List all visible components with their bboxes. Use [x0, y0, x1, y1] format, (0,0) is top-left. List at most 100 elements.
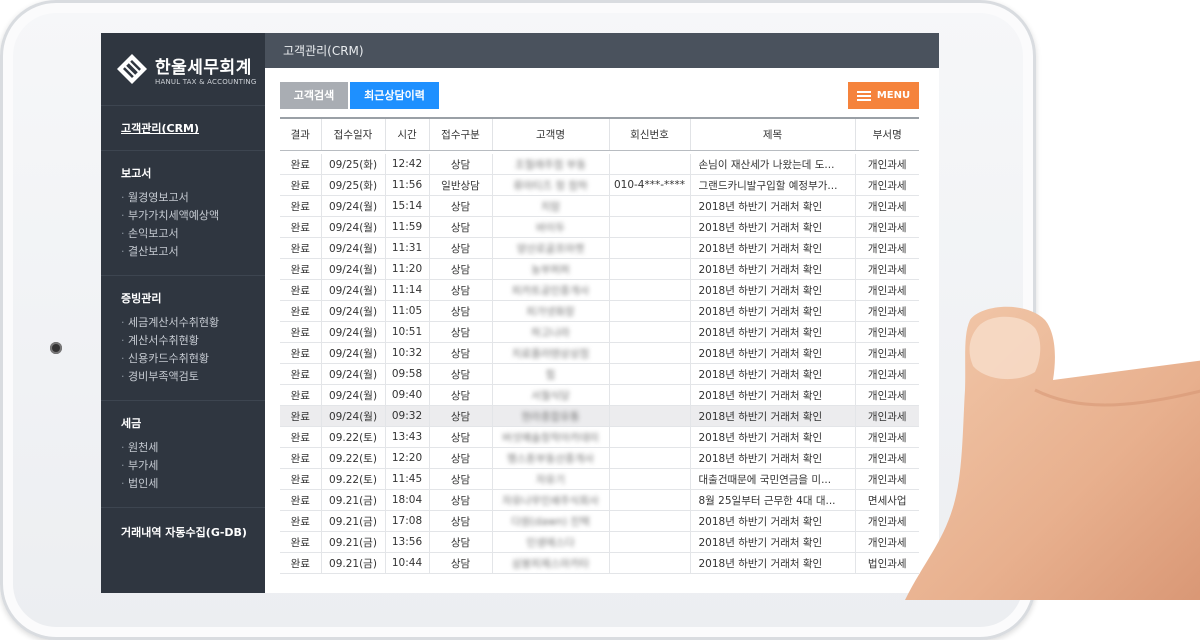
cell-type: 상담: [428, 468, 492, 490]
cell-subject: 손님이 재산세가 나왔는데 도...: [689, 154, 855, 175]
column-header-type[interactable]: 접수구분: [428, 117, 492, 151]
cell-subject: 대출건때문에 국민연금을 미...: [689, 468, 855, 490]
column-header-subject[interactable]: 제목: [689, 117, 855, 151]
cell-type: 상담: [428, 405, 492, 427]
sidebar-section-gdb: 거래내역 자동수집(G-DB): [101, 508, 265, 562]
cell-result: 완료: [280, 405, 321, 427]
sidebar-section-reports: 보고서 월경영보고서 부가가치세액예상액 손익보고서 결산보고서: [101, 151, 265, 276]
cell-time: 11:20: [384, 258, 429, 280]
table-row[interactable]: 완료 09/24(월) 11:14 상담 피카트공인중개사 2018년 하반기 거래처 확…: [280, 279, 919, 301]
cell-callback: [608, 279, 690, 301]
cell-department: 개인과세: [854, 216, 919, 238]
cell-date: 09/24(월): [320, 195, 385, 217]
table-row[interactable]: 완료 09.21(금) 13:56 상담 인생에스다 2018년 하반기 거래처 확인 개인…: [280, 531, 919, 553]
cell-type: 상담: [428, 154, 492, 175]
column-header-result[interactable]: 결과: [280, 117, 321, 151]
cell-result: 완료: [280, 510, 321, 532]
cell-subject: 2018년 하반기 거래처 확인: [689, 531, 855, 553]
cell-result: 완료: [280, 552, 321, 574]
cell-subject: 2018년 하반기 거래처 확인: [689, 447, 855, 469]
cell-type: 상담: [428, 384, 492, 406]
cell-time: 11:31: [384, 237, 429, 259]
table-row[interactable]: 완료 09/25(화) 12:42 상담 조철래주점 부동 손님이 재산세가 나왔는데 도…: [280, 154, 919, 175]
sidebar-item-settlement-report[interactable]: 결산보고서: [121, 243, 265, 261]
table-row[interactable]: 완료 09/24(월) 09:40 상담 서월식당 2018년 하반기 거래처 확인 개인과…: [280, 384, 919, 406]
tab-recent-consultations[interactable]: 최근상담이력: [350, 82, 439, 109]
table-row[interactable]: 완료 09/24(월) 10:51 상담 하고나라 2018년 하반기 거래처 확인 개인과…: [280, 321, 919, 343]
cell-time: 09:40: [384, 384, 429, 406]
cell-customer: 자유나무인쇄주식회사: [491, 489, 609, 511]
sidebar-item-monthly-report[interactable]: 월경영보고서: [121, 189, 265, 207]
sidebar-item-withholding-tax[interactable]: 원천세: [121, 439, 265, 457]
sidebar-item-vat-estimate[interactable]: 부가가치세액예상액: [121, 207, 265, 225]
sidebar-item-vat[interactable]: 부가세: [121, 457, 265, 475]
tab-customer-search[interactable]: 고객검색: [280, 82, 348, 109]
table-row[interactable]: 완료 09.21(금) 17:08 상담 다원(dawn) 진택 2018년 하반기 거래…: [280, 510, 919, 532]
cell-customer: 피카트공인중개사: [491, 279, 609, 301]
cell-callback: [608, 384, 690, 406]
table-row[interactable]: 완료 09.22(토) 12:20 상담 행스톤부동산중개사 2018년 하반기 거래처 …: [280, 447, 919, 469]
cell-customer: 서월식당: [491, 384, 609, 406]
column-header-callback[interactable]: 회신번호: [608, 117, 690, 151]
cell-department: 개인과세: [854, 279, 919, 301]
column-header-date[interactable]: 접수일자: [320, 117, 385, 151]
camera-icon: [50, 342, 62, 354]
cell-result: 완료: [280, 321, 321, 343]
cell-date: 09/24(월): [320, 258, 385, 280]
cell-subject: 그랜드카니발구입할 예정부가...: [689, 174, 855, 196]
cell-type: 상담: [428, 426, 492, 448]
cell-callback: [608, 195, 690, 217]
cell-subject: 2018년 하반기 거래처 확인: [689, 405, 855, 427]
sidebar-item-gdb[interactable]: 거래내역 자동수집(G-DB): [121, 524, 265, 540]
sidebar-item-tax-invoice[interactable]: 세금계산서수취현황: [121, 314, 265, 332]
table-row[interactable]: 완료 09/25(화) 11:56 일반상담 류마티즈 정 참하 010-4***-***…: [280, 174, 919, 196]
cell-time: 17:08: [384, 510, 429, 532]
cell-result: 완료: [280, 426, 321, 448]
cell-result: 완료: [280, 195, 321, 217]
logo[interactable]: 한울세무회계 HANUL TAX & ACCOUNTING: [101, 33, 265, 106]
table-row[interactable]: 완료 09/24(월) 11:31 상담 양산로골프마켓 2018년 하반기 거래처 확인…: [280, 237, 919, 259]
hamburger-icon: [856, 90, 871, 101]
cell-customer: 다원(dawn) 진택: [491, 510, 609, 532]
cell-date: 09/24(월): [320, 384, 385, 406]
sidebar-item-credit-card[interactable]: 신용카드수취현황: [121, 350, 265, 368]
column-header-department[interactable]: 부서명: [854, 117, 919, 151]
sidebar-item-corporate-tax[interactable]: 법인세: [121, 475, 265, 493]
cell-customer: 치료플러텐상상점: [491, 342, 609, 364]
sidebar-heading: 보고서: [121, 167, 152, 180]
cell-subject: 2018년 하반기 거래처 확인: [689, 216, 855, 238]
cell-time: 13:43: [384, 426, 429, 448]
brand-subtitle: HANUL TAX & ACCOUNTING: [155, 77, 257, 86]
cell-customer: 바이두: [491, 216, 609, 238]
column-header-customer[interactable]: 고객명: [491, 117, 609, 151]
table-row[interactable]: 완료 09.21(금) 10:44 상담 삼봉피제스마카타 2018년 하반기 거래처 확…: [280, 552, 919, 574]
cell-department: 개인과세: [854, 195, 919, 217]
cell-date: 09/24(월): [320, 405, 385, 427]
toolbar: 고객검색 최근상담이력 MENU: [265, 68, 939, 116]
table-row[interactable]: 완료 09/24(월) 11:20 상담 농부퍼퍼 2018년 하반기 거래처 확인 개인과…: [280, 258, 919, 280]
table-row[interactable]: 완료 09/24(월) 09:32 상담 현라종합유통 2018년 하반기 거래처 확인 개…: [280, 405, 919, 427]
table-row[interactable]: 완료 09/24(월) 11:05 상담 피가넷화장 2018년 하반기 거래처 확인 개인…: [280, 300, 919, 322]
cell-result: 완료: [280, 154, 321, 175]
table-row[interactable]: 완료 09/24(월) 11:59 상담 바이두 2018년 하반기 거래처 확인 개인과세: [280, 216, 919, 238]
table-row[interactable]: 완료 09.22(토) 13:43 상담 버섯예술창작아카데미 2018년 하반기 거래처…: [280, 426, 919, 448]
cell-time: 10:44: [384, 552, 429, 574]
sidebar-item-expense-review[interactable]: 경비부족액검토: [121, 368, 265, 386]
cell-type: 상담: [428, 510, 492, 532]
column-header-time[interactable]: 시간: [384, 117, 429, 151]
table-row[interactable]: 완료 09/24(월) 09:58 상담 힘 2018년 하반기 거래처 확인 개인과세: [280, 363, 919, 385]
table-row[interactable]: 완료 09/24(월) 10:32 상담 치료플러텐상상점 2018년 하반기 거래처 확…: [280, 342, 919, 364]
cell-customer: 하고나라: [491, 321, 609, 343]
menu-button[interactable]: MENU: [848, 82, 919, 109]
sidebar-item-invoice[interactable]: 계산서수취현황: [121, 332, 265, 350]
cell-date: 09.22(토): [320, 468, 385, 490]
cell-callback: [608, 237, 690, 259]
table-row[interactable]: 완료 09.22(토) 11:45 상담 자유기 대출건때문에 국민연금을 미... 개인과…: [280, 468, 919, 490]
cell-subject: 2018년 하반기 거래처 확인: [689, 384, 855, 406]
cell-customer: 인생에스다: [491, 531, 609, 553]
page-title: 고객관리(CRM): [265, 33, 939, 68]
table-row[interactable]: 완료 09/24(월) 15:14 상담 치맘 2018년 하반기 거래처 확인 개인과세: [280, 195, 919, 217]
table-row[interactable]: 완료 09.21(금) 18:04 상담 자유나무인쇄주식회사 8월 25일부터 근무한 …: [280, 489, 919, 511]
sidebar-item-crm[interactable]: 고객관리(CRM): [121, 120, 265, 136]
sidebar-item-pl-report[interactable]: 손익보고서: [121, 225, 265, 243]
